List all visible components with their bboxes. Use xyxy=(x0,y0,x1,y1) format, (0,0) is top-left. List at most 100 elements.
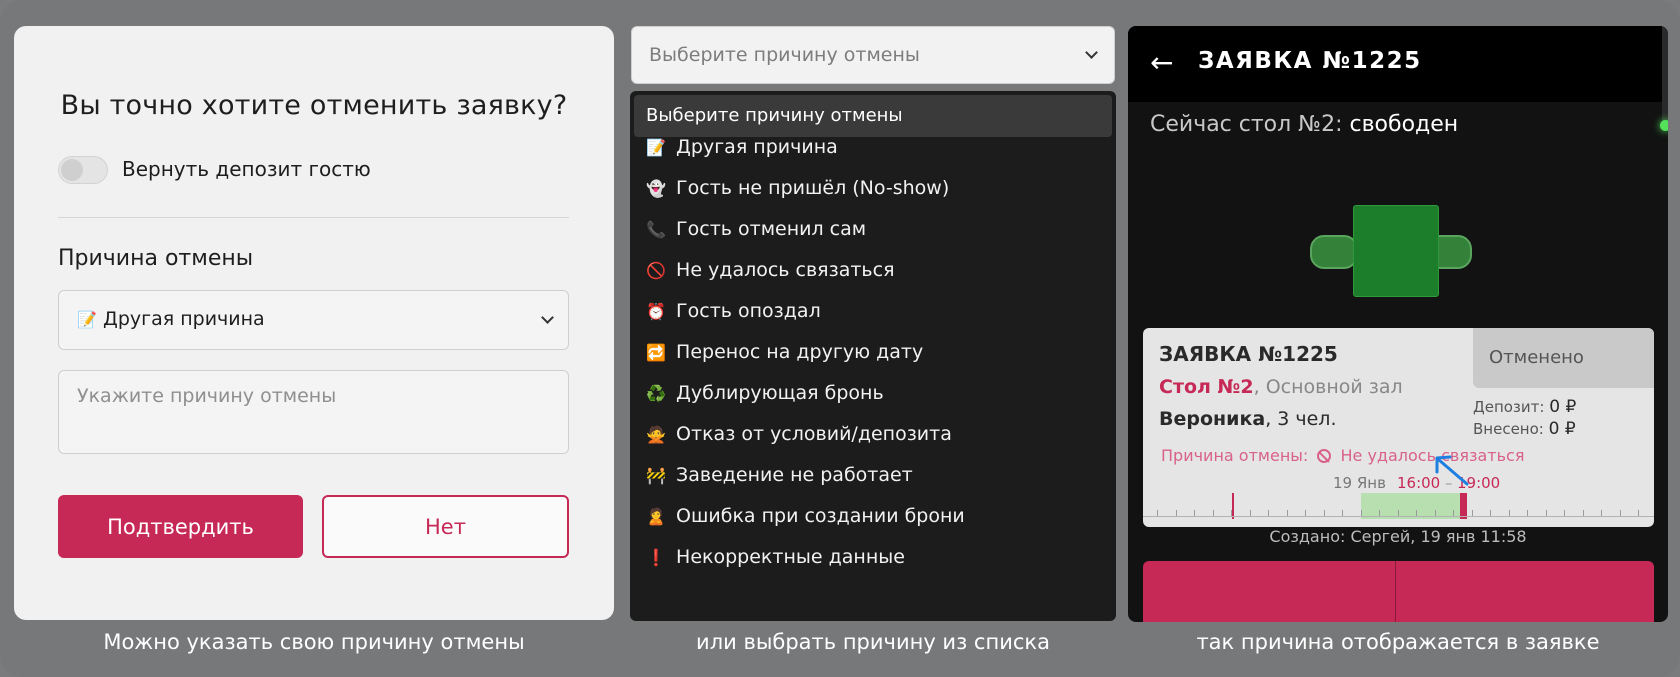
dropdown-item-guest-cancelled[interactable]: 📞 Гость отменил сам xyxy=(646,218,866,240)
reason-select-value: 📝 Другая причина xyxy=(77,308,265,330)
reason-select-placeholder: Выберите причину отмены xyxy=(649,44,920,66)
dropdown-item-invalid-data[interactable]: ❗ Некорректные данные xyxy=(646,546,905,568)
dropdown-item-label: Гость отменил сам xyxy=(676,218,867,240)
timeline-tick xyxy=(1490,510,1491,516)
dropdown-item-other[interactable]: 📝 Другая причина xyxy=(646,136,838,158)
dropdown-item-booking-error[interactable]: 🙎 Ошибка при создании брони xyxy=(646,505,965,527)
booking-title: ЗАЯВКА №1225 xyxy=(1198,48,1422,74)
reason-select-text: Другая причина xyxy=(102,308,265,330)
no-entry-icon: 🚫 xyxy=(646,261,666,280)
dropdown-item-duplicate[interactable]: ♻️ Дублирующая бронь xyxy=(646,382,884,404)
created-info: Создано: Сергей, 19 янв 11:58 xyxy=(1269,527,1527,546)
timeline-tick xyxy=(1472,510,1473,516)
timeline-tick xyxy=(1305,510,1306,516)
reason-select[interactable]: 📝 Другая причина xyxy=(58,290,569,350)
reason-select-open[interactable]: Выберите причину отмены xyxy=(631,26,1115,84)
bottom-action-bar[interactable] xyxy=(1143,561,1654,622)
annotation-arrow-icon xyxy=(1435,455,1469,486)
cancel-reason-label: Причина отмены: xyxy=(1161,446,1309,465)
deposit-label: Депозит: xyxy=(1473,398,1545,416)
table-status: Сейчас стол №2: свободен xyxy=(1150,112,1458,137)
timeline-tick xyxy=(1435,510,1436,516)
timeline-date: 19 Янв xyxy=(1333,474,1386,492)
deposit-line: Депозит: 0 ₽ xyxy=(1473,397,1576,417)
no-button[interactable]: Нет xyxy=(322,495,569,558)
dropdown-item-label: Отказ от условий/депозита xyxy=(676,423,952,445)
dropdown-item-label: Гость опоздал xyxy=(676,300,821,322)
card-hall: , Основной зал xyxy=(1253,376,1403,398)
card-booking-id: ЗАЯВКА №1225 xyxy=(1159,342,1338,366)
timeline-tick xyxy=(1601,510,1602,516)
phone-icon: 📞 xyxy=(646,220,666,239)
card-guest-count: , 3 чел. xyxy=(1265,408,1337,430)
dropdown-header-text: Выберите причину отмены xyxy=(646,105,903,126)
dropdown-item-no-contact[interactable]: 🚫 Не удалось связаться xyxy=(646,259,895,281)
repeat-icon: 🔁 xyxy=(646,343,666,362)
dropdown-item-label: Перенос на другую дату xyxy=(676,341,924,363)
paid-line: Внесено: 0 ₽ xyxy=(1473,419,1576,439)
timeline-tick xyxy=(1453,510,1454,516)
dropdown-header[interactable]: Выберите причину отмены xyxy=(634,95,1112,137)
timeline-tick xyxy=(1546,510,1547,516)
dropdown-item-label: Дублирующая бронь xyxy=(676,382,884,404)
person-gesturing-no-icon: 🙅 xyxy=(646,425,666,444)
card-table-name: Стол №2 xyxy=(1159,376,1254,398)
table-map[interactable] xyxy=(1310,201,1472,311)
timeline-tick xyxy=(1176,510,1177,516)
scrollbar[interactable] xyxy=(1662,26,1668,126)
timeline-tick xyxy=(1564,510,1565,516)
table-status-value: свободен xyxy=(1349,112,1459,137)
alarm-clock-icon: ⏰ xyxy=(646,302,666,321)
dropdown-item-refused-terms[interactable]: 🙅 Отказ от условий/депозита xyxy=(646,423,952,445)
dropdown-item-label: Заведение не работает xyxy=(676,464,913,486)
person-pouting-icon: 🙎 xyxy=(646,507,666,526)
dropdown-item-venue-closed[interactable]: 🚧 Заведение не работает xyxy=(646,464,913,486)
dropdown-item-reschedule[interactable]: 🔁 Перенос на другую дату xyxy=(646,341,923,363)
status-badge: Отменено xyxy=(1473,328,1654,388)
timeline-tick xyxy=(1416,510,1417,516)
caption-2: или выбрать причину из списка xyxy=(696,630,1050,654)
dropdown-item-label: Гость не пришёл (No-show) xyxy=(676,177,950,199)
chevron-down-icon xyxy=(541,311,554,324)
timeline-tick xyxy=(1287,510,1288,516)
timeline-tick xyxy=(1324,510,1325,516)
dropdown-item-late[interactable]: ⏰ Гость опоздал xyxy=(646,300,821,322)
card-table-line: Стол №2, Основной зал xyxy=(1159,376,1403,398)
timeline-tick xyxy=(1398,510,1399,516)
memo-icon: 📝 xyxy=(646,138,666,157)
timeline-axis xyxy=(1143,516,1654,517)
dropdown-item-label: Ошибка при создании брони xyxy=(676,505,965,527)
deposit-value: 0 ₽ xyxy=(1549,397,1577,417)
recycle-icon: ♻️ xyxy=(646,384,666,403)
timeline-tick xyxy=(1583,510,1584,516)
refund-deposit-toggle[interactable] xyxy=(58,156,108,184)
refund-deposit-label: Вернуть депозит гостю xyxy=(122,157,371,181)
dropdown-item-label: Другая причина xyxy=(676,136,838,158)
timeline-tick xyxy=(1379,510,1380,516)
booking-card[interactable]: ЗАЯВКА №1225 Стол №2, Основной зал Верон… xyxy=(1143,328,1654,527)
back-arrow-icon[interactable]: ← xyxy=(1150,46,1173,79)
card-guest-name: Вероника xyxy=(1159,408,1266,430)
timeline-tick xyxy=(1620,510,1621,516)
divider xyxy=(58,217,569,218)
toggle-knob xyxy=(61,159,83,181)
caption-1: Можно указать свою причину отмены xyxy=(103,630,525,654)
timeline-tick xyxy=(1157,510,1158,516)
timeline-tick xyxy=(1268,510,1269,516)
dialog-title: Вы точно хотите отменить заявку? xyxy=(60,90,568,121)
status-badge-text: Отменено xyxy=(1489,347,1584,368)
timeline-tick xyxy=(1638,510,1639,516)
no-entry-icon xyxy=(1317,449,1332,463)
timeline-tick xyxy=(1342,510,1343,516)
reason-heading: Причина отмены xyxy=(58,246,254,271)
chair-left xyxy=(1310,235,1358,269)
confirm-button[interactable]: Подтвердить xyxy=(58,495,303,558)
reason-textarea[interactable]: Укажите причину отмены xyxy=(58,370,569,454)
reason-dropdown-list: Выберите причину отмены 📝 Другая причина… xyxy=(630,91,1116,621)
timeline-tick xyxy=(1231,510,1232,516)
reason-textarea-placeholder: Укажите причину отмены xyxy=(77,385,337,407)
card-guest-line: Вероника, 3 чел. xyxy=(1159,408,1337,430)
bottom-bar-divider xyxy=(1395,561,1396,622)
cancel-dialog: Вы точно хотите отменить заявку? Вернуть… xyxy=(14,26,614,620)
dropdown-item-no-show[interactable]: 👻 Гость не пришёл (No-show) xyxy=(646,177,949,199)
